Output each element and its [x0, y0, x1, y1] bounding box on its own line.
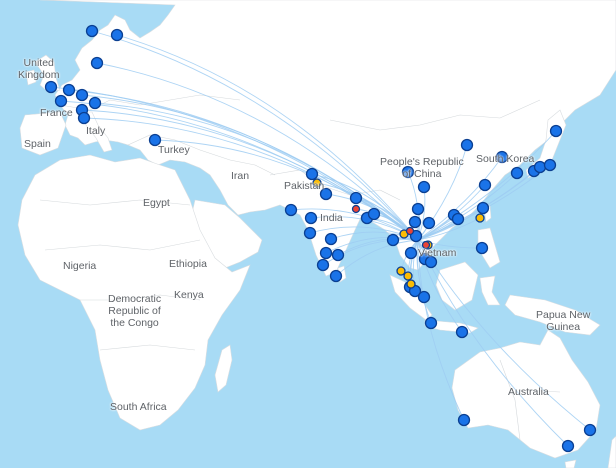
label-south-korea: South Korea: [476, 153, 535, 165]
airport-marker-yellow[interactable]: [406, 279, 416, 289]
label-papua-new-guinea: Papua New Guinea: [536, 309, 591, 333]
label-australia: Australia: [508, 386, 549, 398]
airport-marker-yellow[interactable]: [396, 266, 406, 276]
airport-marker-blue[interactable]: [90, 56, 104, 70]
airport-marker-blue[interactable]: [549, 124, 563, 138]
airport-marker-blue[interactable]: [411, 202, 425, 216]
airport-marker-yellow[interactable]: [475, 213, 485, 223]
airport-marker-yellow[interactable]: [403, 271, 413, 281]
airport-marker-blue[interactable]: [75, 88, 89, 102]
airport-marker-blue[interactable]: [305, 167, 319, 181]
map[interactable]: United Kingdom France Italy Spain Turkey…: [0, 0, 616, 468]
airport-marker-blue[interactable]: [404, 246, 418, 260]
airport-marker-blue[interactable]: [304, 211, 318, 225]
airport-marker-blue[interactable]: [54, 94, 68, 108]
airport-marker-blue[interactable]: [476, 201, 490, 215]
airport-marker-blue[interactable]: [422, 216, 436, 230]
airport-marker-blue[interactable]: [88, 96, 102, 110]
airport-marker-blue[interactable]: [303, 226, 317, 240]
label-china: People's Republic of China: [380, 156, 464, 180]
airport-marker-blue[interactable]: [475, 241, 489, 255]
airport-marker-blue[interactable]: [316, 258, 330, 272]
airport-marker-red[interactable]: [405, 226, 415, 236]
label-france: France: [40, 107, 73, 119]
airport-marker-blue[interactable]: [451, 212, 465, 226]
airport-marker-blue[interactable]: [44, 80, 58, 94]
airport-marker-blue[interactable]: [319, 246, 333, 260]
airport-marker-red[interactable]: [351, 204, 361, 214]
label-ethiopia: Ethiopia: [169, 258, 207, 270]
label-egypt: Egypt: [143, 197, 170, 209]
airport-marker-blue[interactable]: [324, 232, 338, 246]
airport-marker-blue[interactable]: [329, 269, 343, 283]
airport-marker-blue[interactable]: [417, 290, 431, 304]
airport-marker-blue[interactable]: [349, 191, 363, 205]
label-drc: Democratic Republic of the Congo: [108, 293, 162, 329]
label-united-kingdom: United Kingdom: [18, 57, 60, 81]
airport-marker-blue[interactable]: [460, 138, 474, 152]
airport-marker-blue[interactable]: [457, 413, 471, 427]
label-pakistan: Pakistan: [284, 180, 325, 192]
label-iran: Iran: [231, 170, 250, 182]
airport-marker-blue[interactable]: [62, 83, 76, 97]
label-india: India: [320, 212, 343, 224]
airport-marker-blue[interactable]: [386, 233, 400, 247]
label-turkey: Turkey: [158, 144, 190, 156]
airport-marker-blue[interactable]: [510, 166, 524, 180]
label-kenya: Kenya: [174, 289, 204, 301]
label-south-africa: South Africa: [110, 401, 167, 413]
label-italy: Italy: [86, 125, 106, 137]
label-spain: Spain: [24, 138, 51, 150]
airport-marker-blue[interactable]: [424, 316, 438, 330]
airport-marker-blue[interactable]: [110, 28, 124, 42]
airport-marker-blue[interactable]: [583, 423, 597, 437]
airport-marker-blue[interactable]: [331, 248, 345, 262]
airport-marker-blue[interactable]: [561, 439, 575, 453]
airport-marker-blue[interactable]: [455, 325, 469, 339]
label-nigeria: Nigeria: [63, 260, 97, 272]
airport-marker-blue[interactable]: [417, 180, 431, 194]
airport-marker-blue[interactable]: [77, 111, 91, 125]
airport-marker-blue[interactable]: [543, 158, 557, 172]
label-vietnam: Vietnam: [418, 247, 457, 259]
airport-marker-blue[interactable]: [367, 207, 381, 221]
airport-marker-blue[interactable]: [85, 24, 99, 38]
airport-marker-blue[interactable]: [284, 203, 298, 217]
airport-marker-blue[interactable]: [478, 178, 492, 192]
airport-marker-blue[interactable]: [408, 215, 422, 229]
airport-marker-blue[interactable]: [533, 160, 547, 174]
